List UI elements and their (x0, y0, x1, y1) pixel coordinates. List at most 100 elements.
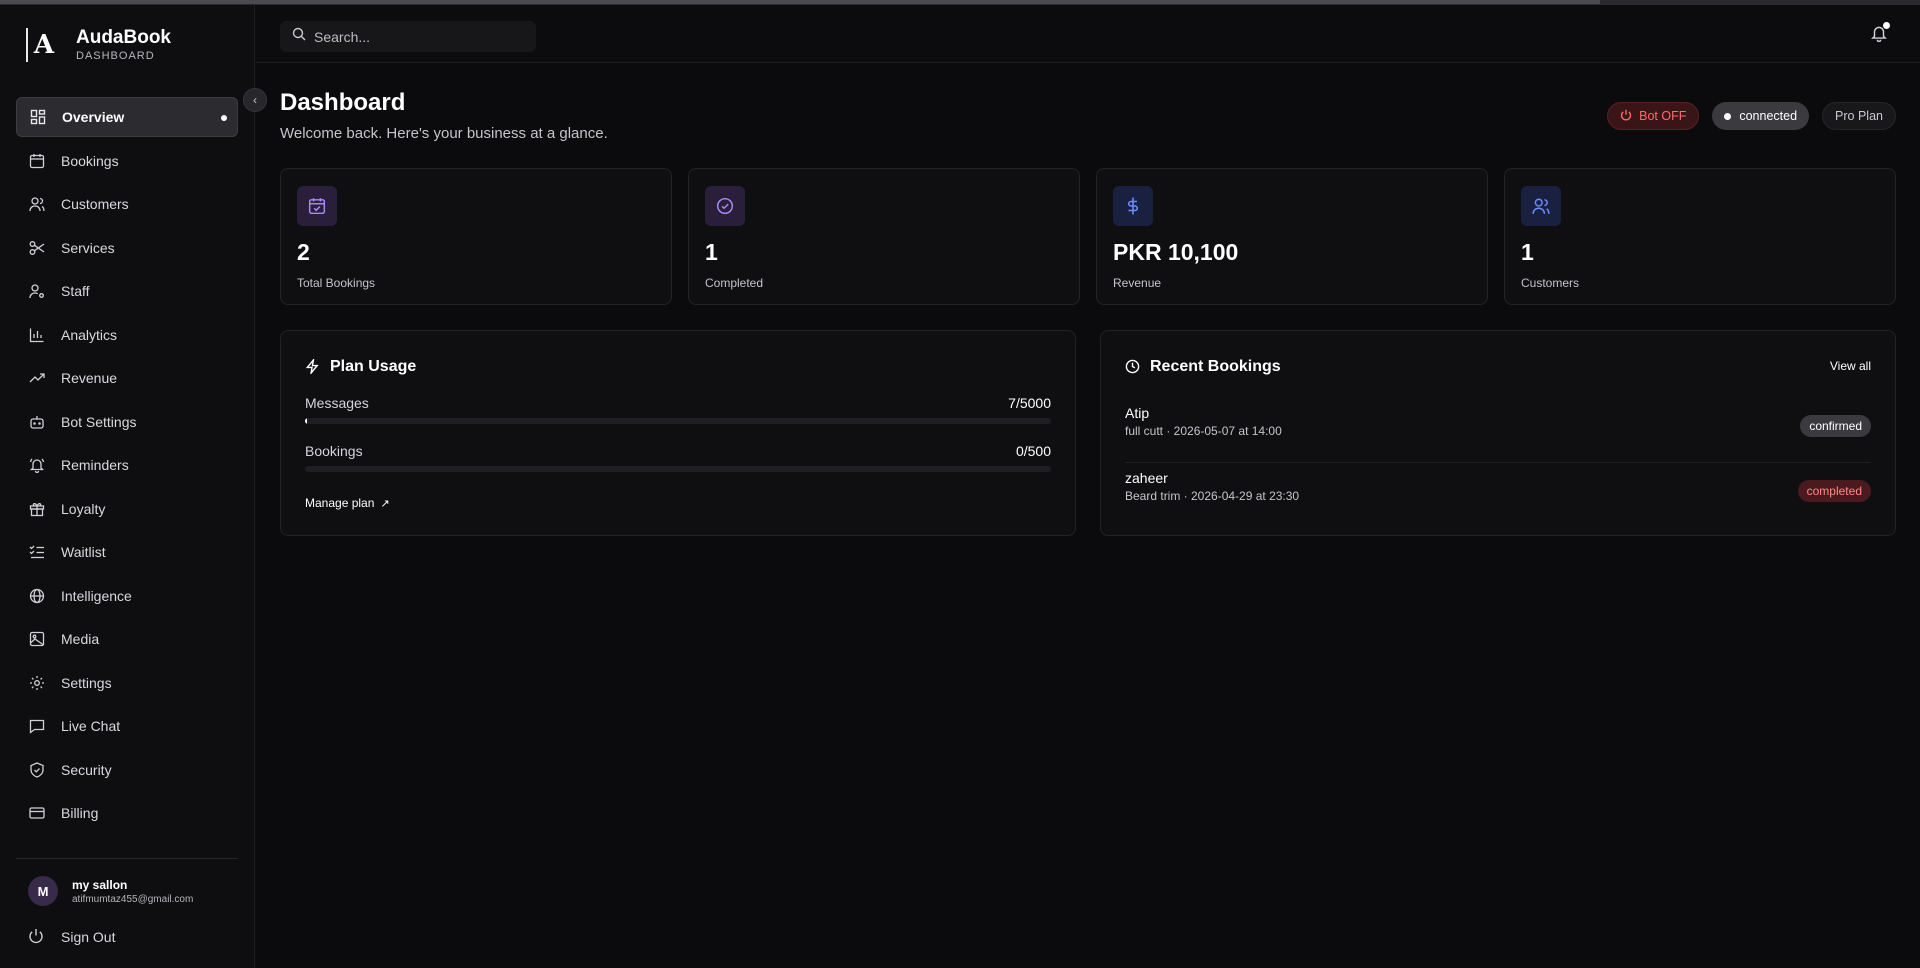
sidebar-divider (16, 858, 238, 859)
top-header (256, 5, 1920, 63)
grid-icon (29, 108, 47, 126)
sidebar-item-intelligence[interactable]: Intelligence (16, 576, 238, 616)
user-profile[interactable]: M my sallon atifmumtaz455@gmail.com (28, 876, 193, 906)
usage-progress-bar (305, 418, 1051, 424)
plan-badge: Pro Plan (1822, 102, 1896, 130)
manage-plan-label: Manage plan (305, 496, 375, 510)
notification-dot (1883, 22, 1890, 29)
stat-value: 1 (1521, 239, 1534, 265)
logo-icon: A (26, 28, 60, 62)
user-cog-icon (28, 282, 46, 300)
stat-card-completed[interactable]: 1 Completed (688, 168, 1080, 305)
search-box[interactable] (280, 21, 536, 52)
bot-icon (28, 413, 46, 431)
sidebar-item-reminders[interactable]: Reminders (16, 445, 238, 485)
credit-card-icon (28, 804, 46, 822)
sidebar-item-label: Security (61, 761, 112, 778)
usage-label: Bookings (305, 443, 363, 459)
stat-label: Customers (1521, 276, 1580, 290)
gear-icon (28, 674, 46, 692)
usage-label: Messages (305, 395, 369, 411)
booking-customer-name: zaheer (1125, 470, 1168, 486)
page-subtitle: Welcome back. Here's your business at a … (280, 125, 608, 142)
sidebar-nav: Overview Bookings Customers Services Sta… (16, 97, 238, 837)
status-dot-icon (1724, 112, 1732, 120)
recent-bookings-card: Recent Bookings View all Atip full cutt … (1100, 330, 1896, 536)
sidebar-item-overview[interactable]: Overview (16, 97, 238, 137)
manage-plan-link[interactable]: Manage plan ↗ (305, 496, 390, 510)
bot-toggle-button[interactable]: Bot OFF (1607, 102, 1700, 130)
sidebar-item-settings[interactable]: Settings (16, 663, 238, 703)
sidebar-item-label: Staff (61, 283, 90, 299)
list-checks-icon (28, 543, 46, 561)
sidebar-item-services[interactable]: Services (16, 228, 238, 268)
brand-subtitle: DASHBOARD (76, 50, 155, 62)
sidebar-item-loyalty[interactable]: Loyalty (16, 489, 238, 529)
sidebar-item-analytics[interactable]: Analytics (16, 315, 238, 355)
arrow-up-right-icon: ↗ (380, 497, 390, 510)
shield-icon (28, 761, 46, 779)
sidebar-item-customers[interactable]: Customers (16, 184, 238, 224)
status-badge: confirmed (1800, 415, 1871, 437)
sidebar-item-security[interactable]: Security (16, 750, 238, 790)
bot-status-label: Bot OFF (1639, 109, 1687, 123)
clock-icon (1125, 359, 1141, 375)
trending-up-icon (28, 369, 46, 387)
sidebar-item-label: Settings (61, 674, 112, 691)
dollar-icon (1113, 186, 1153, 226)
sidebar-item-label: Services (61, 239, 115, 256)
sidebar-item-live-chat[interactable]: Live Chat (16, 706, 238, 746)
plan-label: Pro Plan (1835, 109, 1883, 123)
divider (1125, 462, 1871, 463)
sign-out-button[interactable]: Sign Out (28, 928, 115, 946)
stat-card-customers[interactable]: 1 Customers (1504, 168, 1896, 305)
sidebar-item-label: Reminders (61, 457, 129, 473)
sidebar-item-revenue[interactable]: Revenue (16, 358, 238, 398)
brand[interactable]: A AudaBook DASHBOARD (26, 27, 171, 63)
search-input[interactable] (314, 28, 514, 45)
stats-row: 2 Total Bookings 1 Completed PKR 10,100 … (280, 168, 1896, 305)
sidebar-item-billing[interactable]: Billing (16, 793, 238, 833)
sidebar-item-label: Customers (61, 196, 129, 212)
sidebar-item-label: Live Chat (61, 718, 121, 734)
view-all-link[interactable]: View all (1830, 359, 1871, 373)
plan-usage-card: Plan Usage Messages 7/5000 Bookings 0/50… (280, 330, 1076, 536)
usage-value: 0/500 (1015, 443, 1051, 459)
usage-row-bookings: Bookings 0/500 (305, 443, 1051, 472)
search-icon (292, 27, 306, 46)
bell-ring-icon (28, 456, 46, 474)
users-icon (1521, 186, 1561, 226)
usage-progress-fill (305, 418, 308, 424)
sidebar-item-label: Intelligence (61, 587, 132, 604)
status-badge: completed (1797, 480, 1871, 502)
brand-name: AudaBook (76, 27, 171, 48)
usage-progress-bar (305, 466, 1051, 472)
connection-status-badge: connected (1712, 102, 1810, 130)
sidebar: A AudaBook DASHBOARD Overview Bookings C… (0, 5, 255, 968)
sign-out-label: Sign Out (61, 929, 116, 945)
sidebar-item-bot-settings[interactable]: Bot Settings (16, 402, 238, 442)
gift-icon (28, 500, 46, 518)
sidebar-item-label: Revenue (61, 370, 118, 386)
sidebar-item-bookings[interactable]: Bookings (16, 141, 238, 181)
stat-value: 1 (705, 239, 718, 265)
sidebar-item-staff[interactable]: Staff (16, 271, 238, 311)
stat-label: Revenue (1113, 276, 1162, 290)
booking-row[interactable]: Atip full cutt · 2026-05-07 at 14:00 con… (1125, 405, 1871, 455)
usage-row-messages: Messages 7/5000 (305, 395, 1051, 424)
booking-details: Beard trim · 2026-04-29 at 23:30 (1125, 489, 1300, 503)
users-icon (28, 195, 46, 213)
recent-bookings-title-text: Recent Bookings (1150, 358, 1281, 375)
sidebar-item-label: Loyalty (61, 500, 106, 517)
sidebar-item-media[interactable]: Media (16, 619, 238, 659)
sidebar-item-label: Overview (62, 109, 125, 125)
stat-label: Completed (705, 276, 764, 290)
booking-row[interactable]: zaheer Beard trim · 2026-04-29 at 23:30 … (1125, 470, 1871, 520)
stat-card-total-bookings[interactable]: 2 Total Bookings (280, 168, 672, 305)
stat-card-revenue[interactable]: PKR 10,100 Revenue (1096, 168, 1488, 305)
sidebar-item-waitlist[interactable]: Waitlist (16, 532, 238, 572)
collapse-sidebar-button[interactable]: ‹ (243, 88, 267, 112)
globe-icon (28, 587, 46, 605)
chat-icon (28, 717, 46, 735)
page-title: Dashboard (280, 89, 406, 116)
